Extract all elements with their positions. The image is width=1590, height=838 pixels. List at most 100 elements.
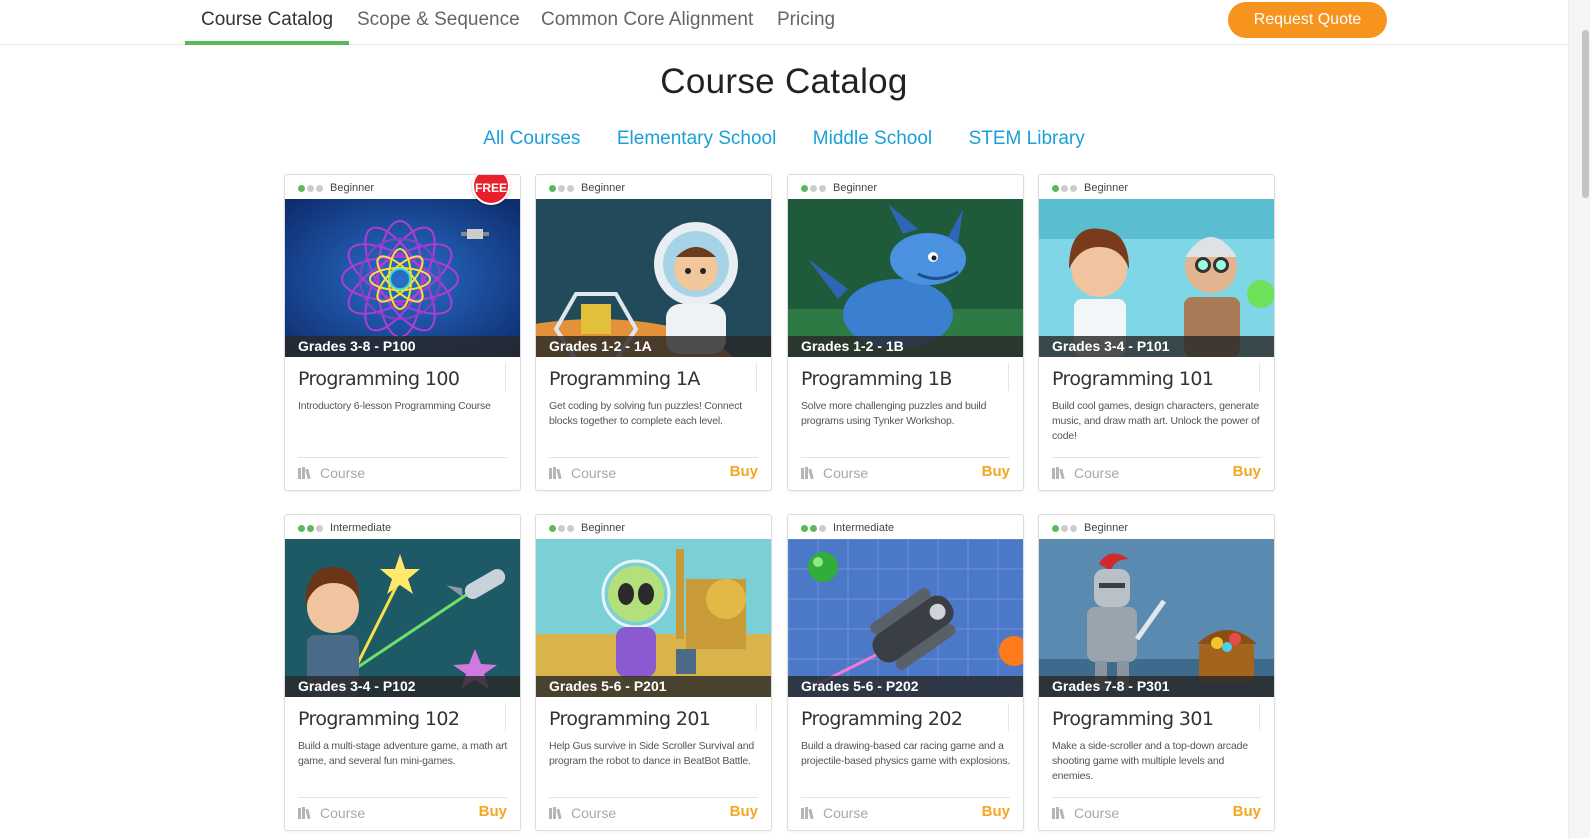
course-card[interactable]: Beginner Grades 1-2 - 1B Programming 1B … xyxy=(787,174,1024,491)
course-description: Make a side-scroller and a top-down arca… xyxy=(1052,740,1248,782)
buy-link[interactable]: Buy xyxy=(982,463,1010,480)
course-thumbnail[interactable]: Grades 3-4 - P102 xyxy=(285,539,520,697)
course-description: Introductory 6-lesson Programming Course xyxy=(298,400,491,412)
divider xyxy=(505,703,506,731)
course-type-label: Course xyxy=(571,465,617,481)
grade-label: Grades 7-8 - P301 xyxy=(1039,676,1274,697)
course-card[interactable]: Beginner Grades 3-8 - P100 Programming 1… xyxy=(284,174,521,491)
tab-course-catalog[interactable]: Course Catalog xyxy=(184,0,350,45)
difficulty-dot xyxy=(307,524,314,532)
card-footer: Course Buy xyxy=(549,457,758,487)
difficulty-dot xyxy=(1070,524,1077,532)
difficulty-dot xyxy=(549,184,556,192)
difficulty-label: Beginner xyxy=(1084,522,1129,534)
course-illustration xyxy=(788,539,1023,697)
difficulty-dot xyxy=(1070,184,1077,192)
course-title[interactable]: Programming 1B xyxy=(801,368,952,390)
grade-label: Grades 3-4 - P101 xyxy=(1039,336,1274,357)
course-filter-bar: All Courses Elementary School Middle Sch… xyxy=(0,128,1568,150)
buy-link[interactable]: Buy xyxy=(982,803,1010,820)
course-card[interactable]: Beginner Grades 5-6 - P201 Programming 2… xyxy=(535,514,772,831)
divider xyxy=(1008,703,1009,731)
divider xyxy=(756,363,757,391)
course-thumbnail[interactable]: Grades 3-4 - P101 xyxy=(1039,199,1274,357)
tab-pricing[interactable]: Pricing xyxy=(777,0,835,45)
filter-elementary-school[interactable]: Elementary School xyxy=(617,128,776,150)
difficulty-dot xyxy=(810,524,817,532)
course-illustration xyxy=(536,539,771,697)
course-thumbnail[interactable]: Grades 3-8 - P100 xyxy=(285,199,520,357)
course-description: Help Gus survive in Side Scroller Surviv… xyxy=(549,740,754,767)
difficulty-dot xyxy=(558,524,565,532)
buy-link[interactable]: Buy xyxy=(479,803,507,820)
grade-label: Grades 3-8 - P100 xyxy=(285,336,520,357)
course-thumbnail[interactable]: Grades 5-6 - P201 xyxy=(536,539,771,697)
divider xyxy=(505,363,506,391)
card-footer: Course Buy xyxy=(549,797,758,827)
difficulty-indicator: Intermediate xyxy=(298,521,391,535)
filter-all-courses[interactable]: All Courses xyxy=(483,128,580,150)
course-title[interactable]: Programming 201 xyxy=(549,708,711,730)
course-card[interactable]: Intermediate Grades 3-4 - P102 Programmi… xyxy=(284,514,521,831)
buy-link[interactable]: Buy xyxy=(1233,463,1261,480)
difficulty-dot xyxy=(810,184,817,192)
difficulty-dot xyxy=(1052,524,1059,532)
card-footer: Course Buy xyxy=(1052,457,1261,487)
difficulty-indicator: Beginner xyxy=(549,181,625,195)
difficulty-dot xyxy=(567,524,574,532)
course-type-label: Course xyxy=(571,805,617,821)
course-title[interactable]: Programming 202 xyxy=(801,708,963,730)
course-title[interactable]: Programming 102 xyxy=(298,708,460,730)
scrollbar-thumb[interactable] xyxy=(1582,30,1589,198)
library-icon xyxy=(549,807,562,819)
buy-link[interactable]: Buy xyxy=(1233,803,1261,820)
course-card[interactable]: Beginner Grades 7-8 - P301 Programming 3… xyxy=(1038,514,1275,831)
divider xyxy=(1259,363,1260,391)
divider xyxy=(1008,363,1009,391)
course-description: Build a drawing-based car racing game an… xyxy=(801,740,1011,767)
course-thumbnail[interactable]: Grades 7-8 - P301 xyxy=(1039,539,1274,697)
course-description: Build a multi-stage adventure game, a ma… xyxy=(298,740,508,767)
grade-label: Grades 3-4 - P102 xyxy=(285,676,520,697)
grade-label: Grades 5-6 - P201 xyxy=(536,676,771,697)
course-title[interactable]: Programming 1A xyxy=(549,368,700,390)
course-title[interactable]: Programming 301 xyxy=(1052,708,1214,730)
grade-label: Grades 1-2 - 1B xyxy=(788,336,1023,357)
card-footer: Course Buy xyxy=(1052,797,1261,827)
course-thumbnail[interactable]: Grades 5-6 - P202 xyxy=(788,539,1023,697)
difficulty-label: Beginner xyxy=(581,522,626,534)
buy-link[interactable]: Buy xyxy=(730,803,758,820)
difficulty-dot xyxy=(819,184,826,192)
tab-scope-sequence[interactable]: Scope & Sequence xyxy=(357,0,520,45)
buy-link[interactable]: Buy xyxy=(730,463,758,480)
filter-middle-school[interactable]: Middle School xyxy=(813,128,932,150)
course-card[interactable]: Intermediate Grades 5-6 - P202 Programmi… xyxy=(787,514,1024,831)
course-illustration xyxy=(1039,199,1274,357)
card-footer: Course xyxy=(298,457,507,487)
course-title[interactable]: Programming 100 xyxy=(298,368,460,390)
difficulty-label: Beginner xyxy=(581,182,626,194)
course-type-label: Course xyxy=(823,805,869,821)
course-card[interactable]: Beginner Grades 3-4 - P101 Programming 1… xyxy=(1038,174,1275,491)
course-card[interactable]: Beginner Grades 1-2 - 1A Programming 1A … xyxy=(535,174,772,491)
filter-stem-library[interactable]: STEM Library xyxy=(969,128,1085,150)
course-thumbnail[interactable]: Grades 1-2 - 1A xyxy=(536,199,771,357)
course-type-label: Course xyxy=(320,805,366,821)
library-icon xyxy=(298,467,311,479)
course-description: Get coding by solving fun puzzles! Conne… xyxy=(549,400,742,427)
difficulty-label: Intermediate xyxy=(330,522,392,534)
library-icon xyxy=(801,467,814,479)
card-footer: Course Buy xyxy=(298,797,507,827)
page-title: Course Catalog xyxy=(660,62,908,101)
course-thumbnail[interactable]: Grades 1-2 - 1B xyxy=(788,199,1023,357)
difficulty-indicator: Beginner xyxy=(298,181,374,195)
course-illustration xyxy=(285,199,520,357)
page-scrollbar[interactable] xyxy=(1568,0,1590,838)
difficulty-dot xyxy=(307,184,314,192)
request-quote-button[interactable]: Request Quote xyxy=(1228,2,1387,38)
tab-common-core-alignment[interactable]: Common Core Alignment xyxy=(541,0,753,45)
course-title[interactable]: Programming 101 xyxy=(1052,368,1214,390)
difficulty-label: Beginner xyxy=(1084,182,1129,194)
library-icon xyxy=(298,807,311,819)
course-description: Solve more challenging puzzles and build… xyxy=(801,400,987,427)
